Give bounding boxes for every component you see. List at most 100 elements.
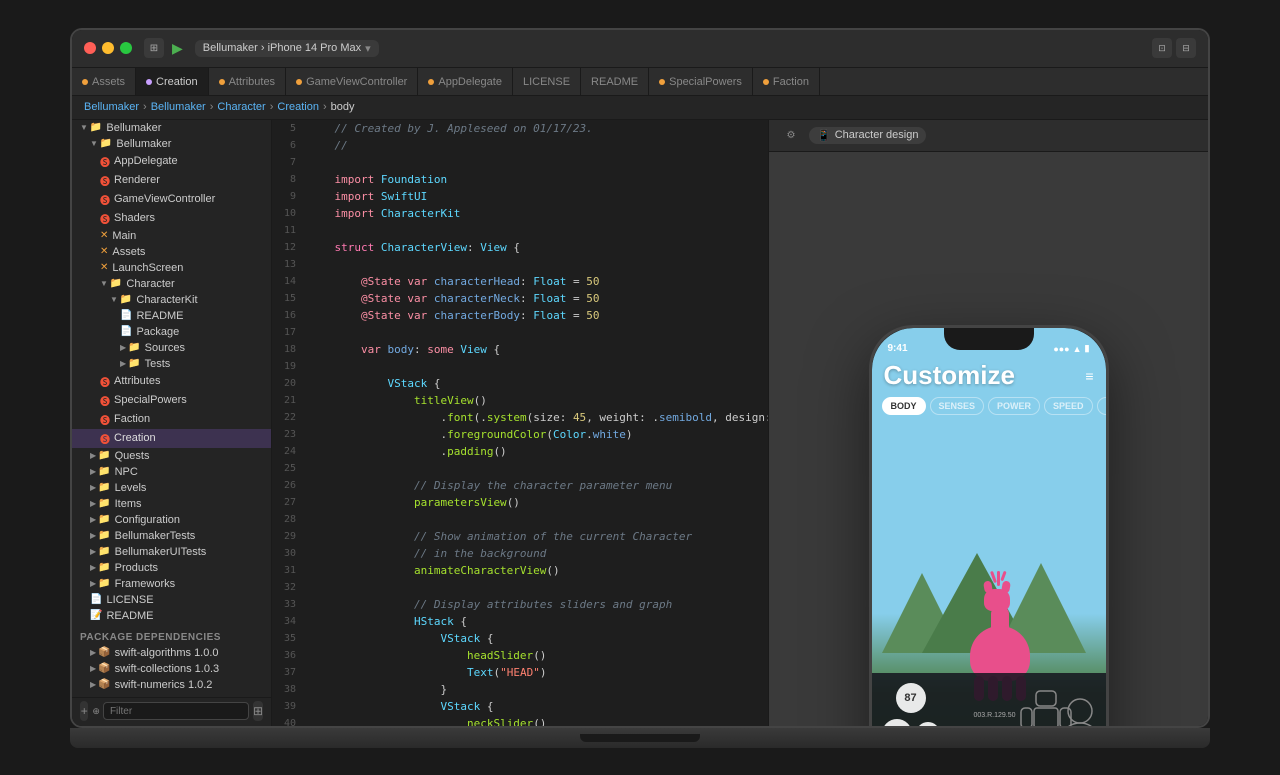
sidebar-item-main[interactable]: ✕ Main xyxy=(72,228,271,244)
preview-panel: ⚙ 📱 Character design xyxy=(768,120,1208,728)
code-line: 36 headSlider() xyxy=(272,647,768,664)
sidebar-label-shaders: Shaders xyxy=(114,212,155,224)
inspector-toggle-button[interactable]: ⊡ xyxy=(1152,38,1172,58)
sidebar-item-bellumaker-root[interactable]: ▼ 📁 Bellumaker xyxy=(72,120,271,136)
breadcrumb-character[interactable]: Character xyxy=(217,101,265,113)
tab-specialpowers[interactable]: SpecialPowers xyxy=(649,68,753,96)
code-line: 24 .padding() xyxy=(272,443,768,460)
sidebar-item-products[interactable]: ▶ 📁 Products xyxy=(72,560,271,576)
sidebar-item-creation[interactable]: 🅢 Creation xyxy=(72,429,271,448)
code-editor[interactable]: 5 // Created by J. Appleseed on 01/17/23… xyxy=(272,120,768,728)
folder-icon: 📁 xyxy=(128,358,140,369)
run-button[interactable]: ▶ xyxy=(172,40,183,57)
tab-power[interactable]: POWER xyxy=(988,397,1040,415)
sidebar-item-swift-numerics[interactable]: ▶ 📦 swift-numerics 1.0.2 xyxy=(72,677,271,693)
tab-senses[interactable]: SENSES xyxy=(930,397,985,415)
code-line: 17 xyxy=(272,324,768,341)
breadcrumb-bellumaker-2[interactable]: Bellumaker xyxy=(151,101,206,113)
sidebar-item-gameviewcontroller[interactable]: 🅢 GameViewController xyxy=(72,190,271,209)
sidebar-item-launchscreen[interactable]: ✕ LaunchScreen xyxy=(72,260,271,276)
code-line: 7 xyxy=(272,154,768,171)
add-button[interactable]: + xyxy=(80,701,88,721)
sidebar-item-readme[interactable]: 📝 README xyxy=(72,608,271,624)
sidebar-item-swift-algorithms[interactable]: ▶ 📦 swift-algorithms 1.0.0 xyxy=(72,645,271,661)
sidebar-item-attributes[interactable]: 🅢 Attributes xyxy=(72,372,271,391)
tab-dot-faction xyxy=(763,79,769,85)
sidebar-item-sources[interactable]: ▶ 📁 Sources xyxy=(72,340,271,356)
filter-input[interactable] xyxy=(103,702,249,720)
tab-license[interactable]: LICENSE xyxy=(513,68,581,96)
settings-icon[interactable]: ⚙ xyxy=(781,130,801,141)
sidebar-item-shaders[interactable]: 🅢 Shaders xyxy=(72,209,271,228)
sidebar-toggle-button[interactable]: ⊞ xyxy=(144,38,164,58)
sidebar-item-specialpowers[interactable]: 🅢 SpecialPowers xyxy=(72,391,271,410)
sidebar-item-characterkit[interactable]: ▼ 📁 CharacterKit xyxy=(72,292,271,308)
code-line: 35 VStack { xyxy=(272,630,768,647)
file-icon: 📄 xyxy=(120,310,132,321)
folder-icon: 📁 xyxy=(98,578,110,589)
sidebar-item-items[interactable]: ▶ 📁 Items xyxy=(72,496,271,512)
tab-faction[interactable]: Faction xyxy=(753,68,820,96)
tab-body[interactable]: BODY xyxy=(882,397,926,415)
folder-icon: 📁 xyxy=(98,546,110,557)
sidebar-item-tests[interactable]: ▶ 📁 Tests xyxy=(72,356,271,372)
sidebar-item-license[interactable]: 📄 LICENSE xyxy=(72,592,271,608)
neck-body-row: 55 23 xyxy=(882,719,940,728)
maximize-button[interactable] xyxy=(120,42,132,54)
file-icon: 📄 xyxy=(90,594,102,605)
add-group-button[interactable]: ⊞ xyxy=(253,701,263,721)
coords-label: 003.R.129.50 xyxy=(973,712,1015,719)
sidebar-item-renderer[interactable]: 🅢 Renderer xyxy=(72,171,271,190)
tab-creation-label: Creation xyxy=(156,76,198,88)
sidebar-item-faction[interactable]: 🅢 Faction xyxy=(72,410,271,429)
folder-icon: 📁 xyxy=(90,122,102,133)
folder-icon: 📁 xyxy=(98,562,110,573)
folder-icon: 📁 xyxy=(98,482,110,493)
sidebar-item-bellumaker[interactable]: ▼ 📁 Bellumaker xyxy=(72,136,271,152)
tab-appdelegate[interactable]: AppDelegate xyxy=(418,68,513,96)
sidebar-item-quests[interactable]: ▶ 📁 Quests xyxy=(72,448,271,464)
close-button[interactable] xyxy=(84,42,96,54)
sidebar-label-bellumakertest: BellumakerTests xyxy=(115,530,196,542)
sidebar-item-npc[interactable]: ▶ 📁 NPC xyxy=(72,464,271,480)
tab-speed[interactable]: SPEED xyxy=(1044,397,1093,415)
sidebar-item-package[interactable]: 📄 Package xyxy=(72,324,271,340)
code-line: 31 animateCharacterView() xyxy=(272,562,768,579)
sidebar-item-swift-collections[interactable]: ▶ 📦 swift-collections 1.0.3 xyxy=(72,661,271,677)
scheme-selector[interactable]: Bellumaker › iPhone 14 Pro Max ▾ xyxy=(195,40,379,57)
folder-icon: 📁 xyxy=(98,498,110,509)
code-line: 16 @State var characterBody: Float = 50 xyxy=(272,307,768,324)
tab-source[interactable]: SOURCE xyxy=(1097,397,1106,415)
hamburger-icon[interactable]: ≡ xyxy=(1085,368,1093,384)
swift-icon: 🅢 xyxy=(100,431,110,446)
sidebar-item-bellumakertest[interactable]: ▶ 📁 BellumakerTests xyxy=(72,528,271,544)
sidebar-item-configuration[interactable]: ▶ 📁 Configuration xyxy=(72,512,271,528)
split-button[interactable]: ⊟ xyxy=(1176,38,1196,58)
sidebar-item-appdelegate[interactable]: 🅢 AppDelegate xyxy=(72,152,271,171)
breadcrumb-bellumaker-1[interactable]: Bellumaker xyxy=(84,101,139,113)
sidebar-item-readme-ck[interactable]: 📄 README xyxy=(72,308,271,324)
sidebar-item-character[interactable]: ▼ 📁 Character xyxy=(72,276,271,292)
code-line: 18 var body: some View { xyxy=(272,341,768,358)
tab-gvc-label: GameViewController xyxy=(306,76,407,88)
expand-icon: ▶ xyxy=(120,359,126,368)
breadcrumb-creation[interactable]: Creation xyxy=(277,101,319,113)
tab-assets[interactable]: Assets xyxy=(72,68,136,96)
code-line: 13 xyxy=(272,256,768,273)
preview-content: 9:41 ●●● ▲ ▮ Customize xyxy=(769,152,1208,728)
sidebar-item-frameworks[interactable]: ▶ 📁 Frameworks xyxy=(72,576,271,592)
tab-attributes[interactable]: Attributes xyxy=(209,68,286,96)
tab-creation[interactable]: Creation xyxy=(136,68,209,96)
minimize-button[interactable] xyxy=(102,42,114,54)
llama-horns xyxy=(992,571,1005,586)
sidebar-item-assets[interactable]: ✕ Assets xyxy=(72,244,271,260)
sidebar-item-levels[interactable]: ▶ 📁 Levels xyxy=(72,480,271,496)
tab-readme[interactable]: README xyxy=(581,68,649,96)
tab-gameviewcontroller[interactable]: GameViewController xyxy=(286,68,418,96)
iphone-mockup: 9:41 ●●● ▲ ▮ Customize xyxy=(869,325,1109,728)
breadcrumb-body[interactable]: body xyxy=(331,101,355,113)
sidebar-label-creation: Creation xyxy=(114,432,156,444)
sidebar-label-frameworks: Frameworks xyxy=(115,578,176,590)
package-dependencies-section: Package Dependencies ▶ 📦 swift-algorithm… xyxy=(72,624,271,697)
sidebar-item-bellumakeruitests[interactable]: ▶ 📁 BellumakerUITests xyxy=(72,544,271,560)
